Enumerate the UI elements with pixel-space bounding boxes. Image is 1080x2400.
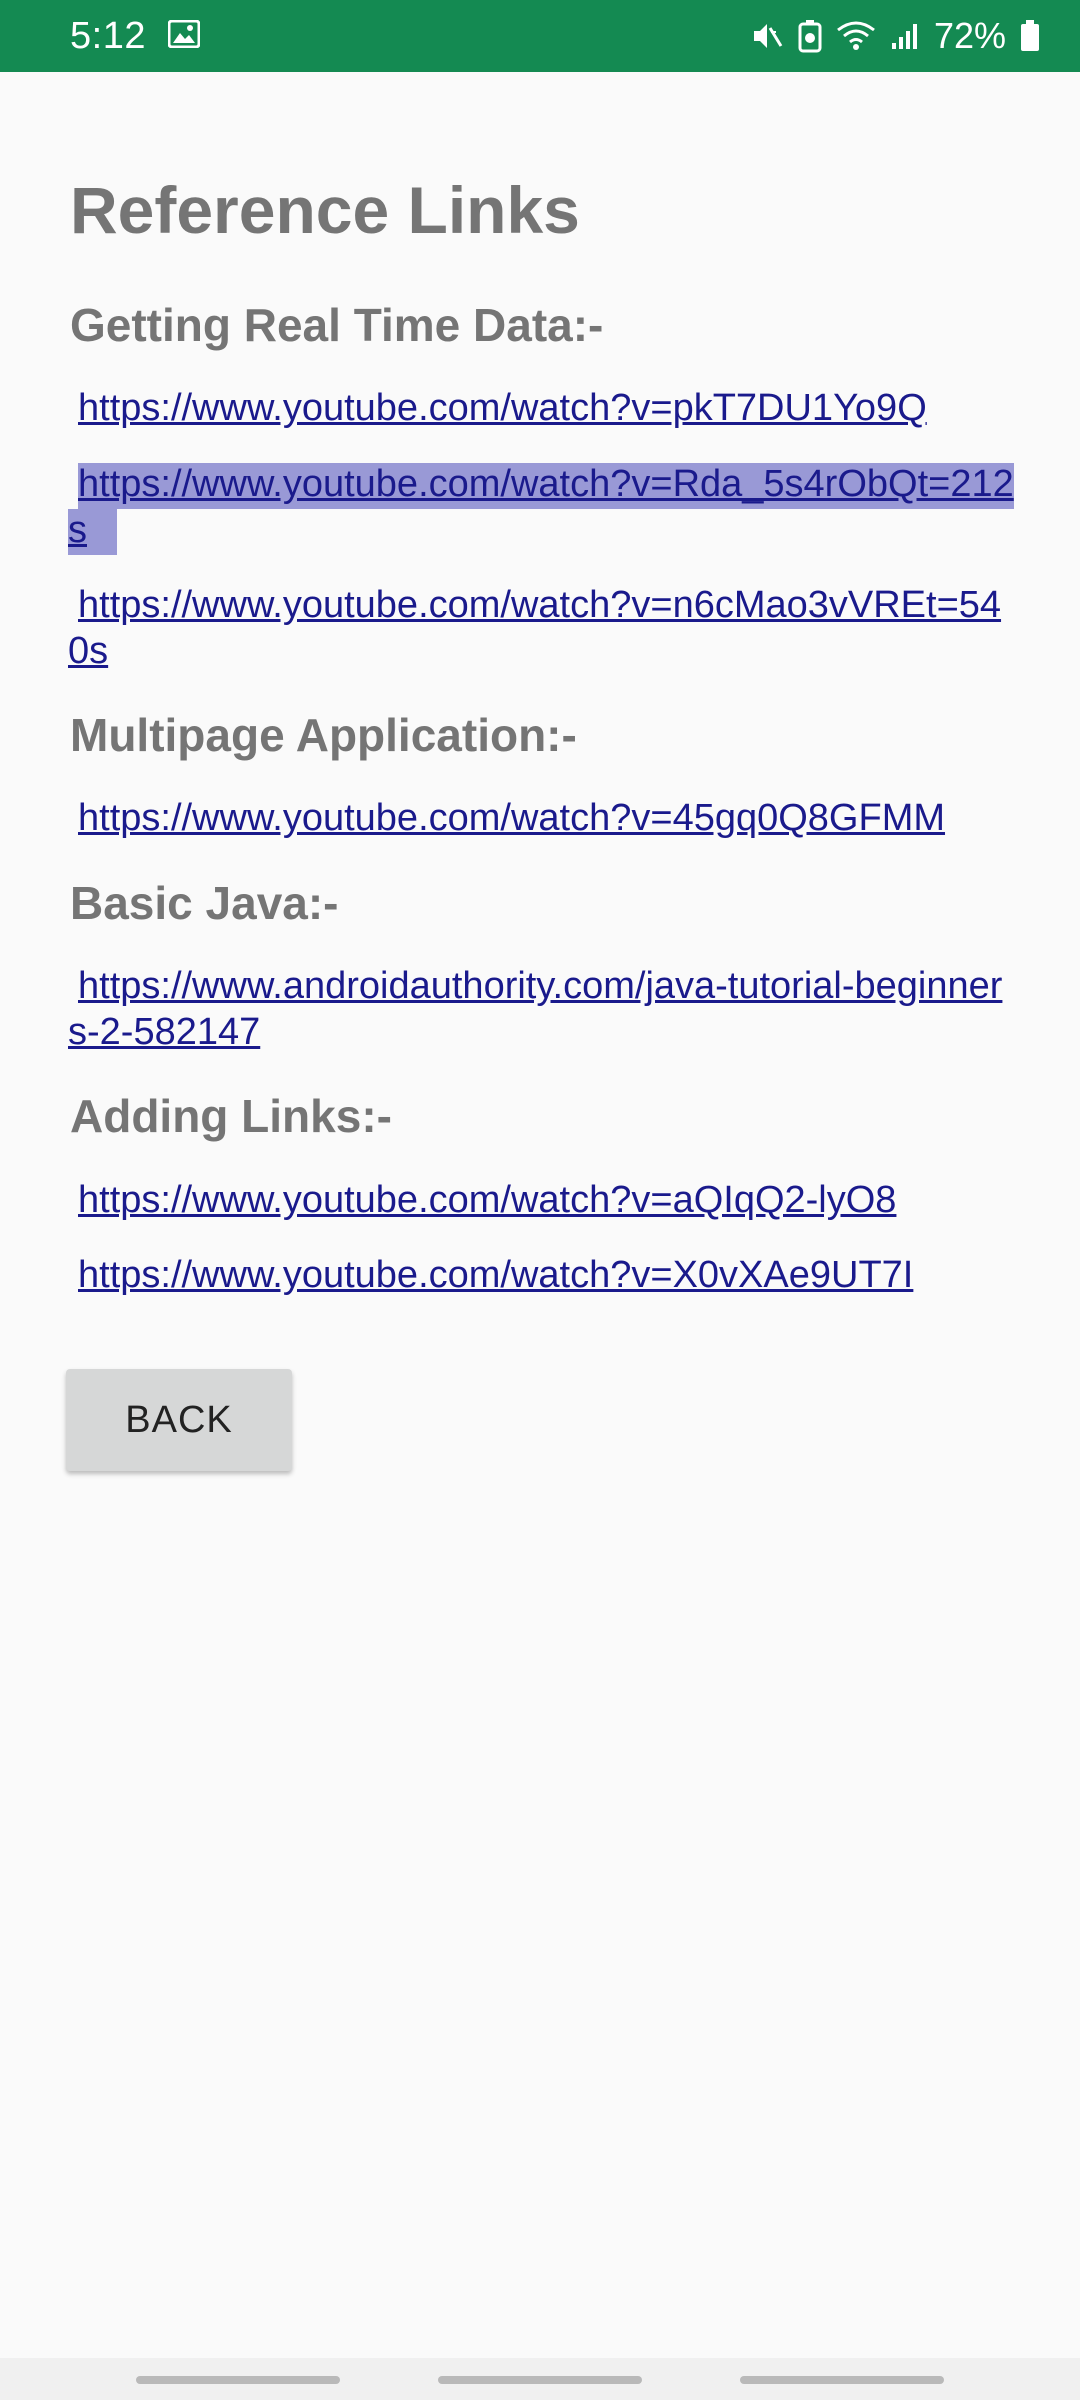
status-right: 72% — [750, 15, 1040, 57]
mute-icon — [750, 19, 784, 53]
link-basic-java-1[interactable]: https://www.androidauthority.com/java-tu… — [68, 963, 1018, 1055]
link-real-time-3[interactable]: https://www.youtube.com/watch?v=n6cMao3v… — [68, 582, 1018, 674]
navigation-bar — [0, 2358, 1080, 2400]
nav-back-handle[interactable] — [740, 2376, 944, 2384]
gallery-icon — [167, 19, 201, 53]
status-time: 5:12 — [70, 14, 146, 57]
battery-saver-icon — [798, 19, 822, 53]
page-title: Reference Links — [70, 173, 580, 247]
battery-icon — [1020, 20, 1040, 52]
link-real-time-2[interactable]: https://www.youtube.com/watch?v=Rda_5s4r… — [68, 461, 1018, 555]
back-button[interactable]: BACK — [66, 1369, 292, 1471]
nav-home-handle[interactable] — [438, 2376, 642, 2384]
wifi-icon — [836, 20, 876, 52]
status-bar: 5:12 72% — [0, 0, 1080, 72]
section-heading-basic-java: Basic Java:- — [70, 877, 339, 929]
link-multipage-1[interactable]: https://www.youtube.com/watch?v=45gq0Q8G… — [68, 795, 1018, 841]
link-adding-links-1[interactable]: https://www.youtube.com/watch?v=aQIqQ2-l… — [68, 1177, 1018, 1223]
link-real-time-1[interactable]: https://www.youtube.com/watch?v=pkT7DU1Y… — [68, 385, 1018, 431]
section-heading-multipage: Multipage Application:- — [70, 709, 577, 761]
status-left: 5:12 — [70, 14, 201, 58]
section-heading-adding-links: Adding Links:- — [70, 1090, 392, 1142]
nav-recents-handle[interactable] — [136, 2376, 340, 2384]
link-adding-links-2[interactable]: https://www.youtube.com/watch?v=X0vXAe9U… — [68, 1252, 1018, 1298]
selected-link-text[interactable]: https://www.youtube.com/watch?v=Rda_5s4r… — [68, 463, 1014, 555]
signal-icon — [890, 21, 920, 51]
battery-percent: 72% — [933, 15, 1006, 56]
section-heading-real-time-data: Getting Real Time Data:- — [70, 299, 604, 351]
